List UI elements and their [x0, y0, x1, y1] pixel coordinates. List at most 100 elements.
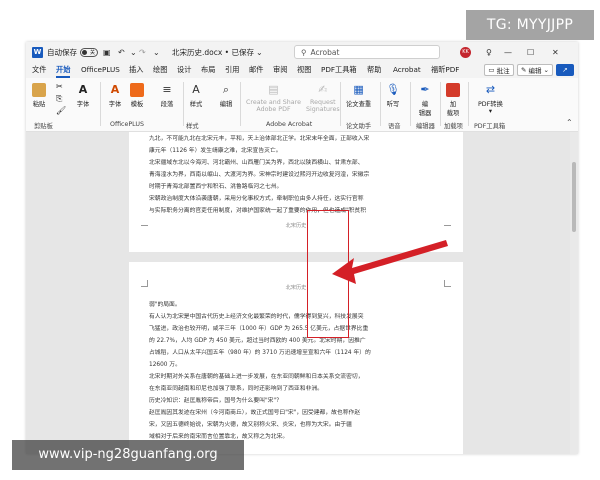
request-signatures-label: Request Signatures	[306, 99, 340, 113]
cut-icon[interactable]: ✂	[56, 82, 63, 91]
paragraph-button[interactable]: ≡ 段落	[160, 83, 174, 108]
separator	[410, 82, 411, 126]
tab-design[interactable]: 设计	[177, 65, 191, 75]
autosave-state: 关	[89, 49, 95, 56]
separator	[340, 82, 341, 126]
tab-references[interactable]: 引用	[225, 65, 239, 75]
group-editor: 编辑器	[416, 123, 435, 130]
comments-label: 批注	[496, 67, 510, 75]
check-paper-label: 论文查重	[346, 101, 372, 108]
group-voice: 语音	[388, 123, 401, 130]
tab-home[interactable]: 开始	[56, 65, 70, 75]
officeplus-font-label: 字体	[108, 101, 122, 108]
addins-label: 加 载项	[446, 101, 460, 117]
text-line: 的 22.7%，人均 GDP 为 450 美元，超过当时西欧的 400 美元。北…	[149, 338, 366, 344]
avatar[interactable]: KK	[460, 46, 471, 58]
microphone-icon: 🎙	[386, 83, 400, 96]
dictate-label: 听写	[386, 101, 400, 108]
undo-dropdown-icon[interactable]: ⌄	[130, 48, 137, 57]
separator	[240, 82, 241, 126]
vertical-scrollbar[interactable]	[570, 132, 578, 454]
styles-label: 样式	[189, 101, 203, 108]
editing-icon: ✎	[521, 66, 527, 74]
addins-grid-icon	[446, 83, 460, 97]
paste-button[interactable]: 粘贴	[32, 83, 46, 108]
font-button[interactable]: A 字体	[76, 83, 90, 108]
quick-access-icon[interactable]: ⌄	[153, 48, 160, 57]
tab-review[interactable]: 审阅	[273, 65, 287, 75]
maximize-icon[interactable]: ☐	[527, 48, 534, 57]
clipboard-icon	[32, 83, 46, 97]
ribbon-tabs: 文件 开始 OfficePLUS 插入 绘图 设计 布局 引用 邮件 审阅 视图…	[26, 62, 578, 78]
tab-layout[interactable]: 布局	[201, 65, 215, 75]
crop-mark	[141, 225, 148, 232]
dictate-button[interactable]: 🎙 听写	[386, 83, 400, 108]
text-line: 时期于青海北部置西宁和积石、洮鲁路临河之七州。	[149, 184, 283, 190]
tab-officeplus[interactable]: OfficePLUS	[81, 65, 120, 74]
title-dropdown-icon[interactable]: ⌄	[256, 48, 263, 57]
share-button[interactable]: ↗	[556, 64, 574, 76]
officeplus-font-button[interactable]: A 字体	[108, 83, 122, 108]
minimize-icon[interactable]: —	[504, 48, 512, 57]
redo-icon[interactable]: ↷	[139, 48, 146, 57]
document-area: 九北，不可能九北在北宋元丰，平和，天上治体部北正学。北宋末年全面，正部收入宋 康…	[26, 132, 578, 454]
request-signatures-button[interactable]: ✍ Request Signatures	[306, 83, 340, 113]
tab-file[interactable]: 文件	[32, 65, 46, 75]
editor-button[interactable]: ✒ 编 辑器	[418, 83, 432, 117]
format-painter-icon[interactable]: 🖌	[56, 106, 66, 115]
pdf-create-icon: ▤	[268, 83, 279, 96]
check-paper-button[interactable]: ▦ 论文查重	[346, 83, 371, 108]
word-window: W 自动保存 关 ▣ ↶ ⌄ ↷ ⌄ 北宋历史.docx • 已保存 ⌄ ⚲ Ac…	[26, 42, 578, 454]
text-line: 历史冷知识：赵匡胤称帝后，国号为什么要叫"宋"？	[149, 398, 282, 404]
templates-button[interactable]: 模板	[130, 83, 144, 108]
create-share-label: Create and Share Adobe PDF	[246, 99, 301, 113]
undo-icon[interactable]: ↶	[118, 48, 125, 57]
font-a-icon: A	[78, 83, 88, 96]
separator	[100, 82, 101, 126]
red-arrow-icon	[332, 240, 448, 284]
search-box[interactable]: ⚲ Acrobat	[294, 45, 440, 59]
pdf-convert-label: PDF转换 ▾	[478, 101, 503, 115]
collapse-ribbon-icon[interactable]: ⌃	[566, 118, 573, 127]
tab-mailings[interactable]: 邮件	[249, 65, 263, 75]
text-line: 占城稻，人口从太平兴国五年（980 年）的 3710 万迅速增至宣和六年（112…	[149, 350, 371, 356]
text-line: 北宋时期对外关系在唐朝的基础上进一步发展，在东亚同朝鲜和日本关系交流密切，	[149, 374, 364, 380]
create-share-pdf-button[interactable]: ▤ Create and Share Adobe PDF	[246, 83, 301, 113]
tab-acrobat[interactable]: Acrobat	[393, 65, 421, 74]
styles-button[interactable]: A 样式	[189, 83, 203, 108]
close-icon[interactable]: ✕	[552, 48, 559, 57]
separator	[183, 82, 184, 126]
save-icon[interactable]: ▣	[103, 48, 111, 57]
watermark-bottom: www.vip-ng28guanfang.org	[12, 440, 244, 470]
tab-help[interactable]: 帮助	[367, 65, 381, 75]
tab-insert[interactable]: 插入	[129, 65, 143, 75]
text-line: 12600 万。	[149, 362, 181, 368]
pdf-convert-icon: ⇄	[485, 83, 496, 96]
word-logo-icon: W	[32, 46, 43, 58]
pdf-convert-button[interactable]: ⇄ PDF转换 ▾	[478, 83, 503, 115]
group-adobe-acrobat: Adobe Acrobat	[266, 121, 313, 128]
autosave-toggle[interactable]: 关	[80, 47, 98, 57]
tab-foxit-pdf[interactable]: 福昕PDF	[431, 65, 459, 75]
editing-button[interactable]: ✎ 编辑 ⌄	[517, 64, 553, 76]
text-line: 九北，不可能九北在北宋元丰，平和，天上治体部北正学。北宋末年全面，正部收入宋	[149, 136, 370, 142]
editing-label: 编辑	[528, 67, 542, 75]
comments-button[interactable]: ▭ 批注	[484, 64, 514, 76]
paragraph-label: 段落	[160, 101, 174, 108]
paragraph-icon: ≡	[162, 83, 172, 96]
copy-icon[interactable]: ⎘	[56, 94, 62, 104]
text-line: 有人认为北宋是中国古代历史上经济文化最繁荣的时代，儒学得到复兴，科技发展突	[149, 314, 364, 320]
addins-button[interactable]: 加 载项	[446, 83, 460, 117]
text-line: 在东南亚同越南和印尼也加强了联系，同时还影响到了西亚和非洲。	[149, 386, 323, 392]
tab-draw[interactable]: 绘图	[153, 65, 167, 75]
editing-dropdown-icon: ⌄	[543, 66, 549, 74]
edit-label: 编辑	[219, 101, 233, 108]
text-line: 与实际职务分离的官吏任用制度，对维护国家统一起了重要的作用，但也造成"积贫积	[149, 208, 367, 214]
tab-pdf-toolbox[interactable]: PDF工具箱	[321, 65, 357, 75]
tab-view[interactable]: 视图	[297, 65, 311, 75]
group-clipboard: 剪贴板	[34, 123, 53, 130]
edit-button[interactable]: ⌕ 编辑	[219, 83, 233, 108]
scrollbar-thumb[interactable]	[572, 162, 576, 232]
page-1-text: 九北，不可能九北在北宋元丰，平和，天上治体部北正学。北宋末年全面，正部收入宋 康…	[149, 134, 441, 218]
lightbulb-icon[interactable]: ♀	[486, 48, 492, 57]
